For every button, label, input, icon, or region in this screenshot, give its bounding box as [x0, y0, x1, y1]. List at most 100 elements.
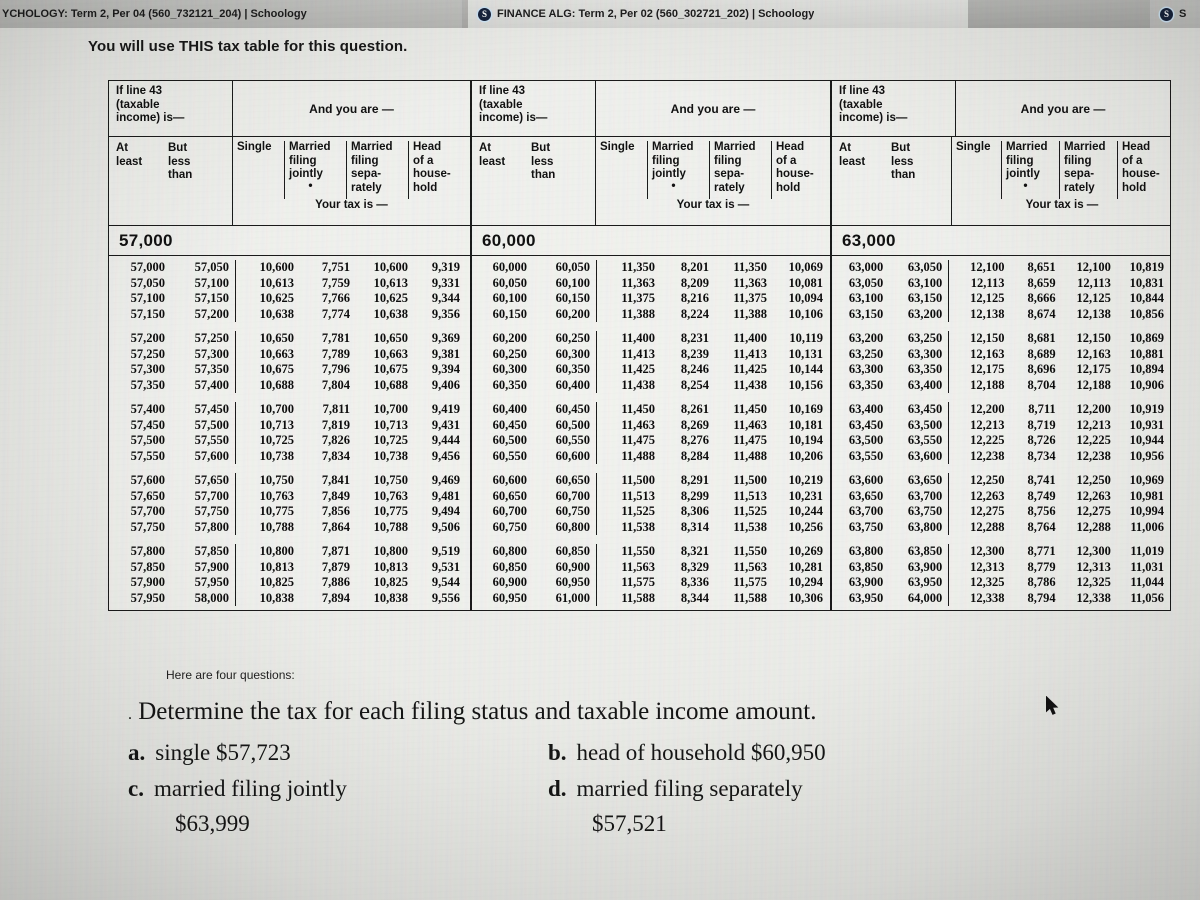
photographed-screen: YCHOLOGY: Term 2, Per 04 (560_732121_204… — [0, 0, 1200, 900]
table-cell: 60,350 — [555, 362, 590, 376]
browser-tab-title: FINANCE ALG: Term 2, Per 02 (560_302721_… — [497, 8, 815, 20]
table-cell: 10,844 — [1129, 291, 1165, 305]
table-row: 60,400 60,450 11,450 8,261 11,450 10,169 — [472, 402, 830, 418]
table-cell: 10,638 — [373, 306, 408, 321]
table-cell: 12,100 — [1076, 260, 1111, 274]
table-cell: 10,094 — [788, 291, 823, 305]
table-cell: 63,800 — [907, 519, 943, 534]
table-row: 63,600 63,650 12,250 8,741 12,250 10,969 — [832, 473, 1170, 489]
table-cell: 11,525 — [733, 504, 767, 518]
table-cell: 9,481 — [431, 488, 460, 503]
column-separator — [948, 275, 950, 291]
table-cell: 57,150 — [194, 291, 229, 305]
table-cell: 11,463 — [621, 417, 655, 432]
table-row: 63,250 63,300 12,163 8,689 12,163 10,881 — [832, 346, 1170, 362]
table-cell: 60,750 — [492, 519, 527, 534]
column-separator — [948, 306, 950, 322]
table-cell: 12,125 — [970, 291, 1005, 305]
table-cell: 57,600 — [194, 448, 229, 463]
table-cell: 11,019 — [1130, 544, 1165, 558]
table-cell: 60,300 — [492, 362, 527, 376]
table-row: 63,950 64,000 12,338 8,794 12,338 11,056 — [832, 590, 1170, 606]
table-row: 57,950 58,000 10,838 7,894 10,838 9,556 — [109, 590, 470, 606]
table-cell: 7,834 — [321, 448, 350, 463]
header-but-less-than: But less than — [531, 142, 556, 181]
table-cell: 60,500 — [492, 433, 527, 447]
column-separator — [596, 291, 597, 307]
table-cell: 63,550 — [848, 448, 884, 463]
table-cell: 60,900 — [555, 559, 590, 574]
table-cell: 12,225 — [970, 433, 1005, 447]
table-cell: 12,225 — [1076, 433, 1111, 447]
header-status-married-filing-separately: Married filing sepa-rately — [347, 141, 409, 199]
table-cell: 60,800 — [492, 544, 527, 558]
table-row: 57,300 57,350 10,675 7,796 10,675 9,394 — [109, 362, 470, 378]
table-cell: 7,751 — [321, 260, 350, 274]
table-row-group: 57,600 57,650 10,750 7,841 10,750 9,469 57,650… — [109, 472, 470, 536]
table-row: 63,400 63,450 12,200 8,711 12,200 10,919 — [832, 402, 1170, 418]
table-cell: 11,350 — [621, 260, 655, 274]
column-separator — [235, 306, 236, 322]
column-separator — [235, 260, 236, 276]
column-separator — [948, 488, 950, 504]
header-dot-marker: • — [308, 177, 313, 192]
tax-table-body: 57,000 57,050 10,600 7,751 10,600 9,319 57,050… — [108, 255, 471, 611]
table-cell: 8,771 — [1027, 544, 1056, 558]
table-cell: 7,796 — [321, 362, 350, 376]
table-row-group: 57,800 57,850 10,800 7,871 10,800 9,519 57,850… — [109, 543, 470, 607]
table-cell: 57,900 — [130, 575, 165, 589]
table-cell: 8,209 — [680, 275, 709, 290]
table-cell: 63,450 — [848, 417, 884, 432]
table-cell: 8,344 — [680, 590, 709, 605]
table-cell: 12,188 — [970, 377, 1005, 392]
column-separator — [235, 519, 236, 535]
question-text-d: married filing separately — [576, 776, 803, 801]
table-cell: 11,363 — [733, 275, 767, 290]
table-cell: 10,956 — [1129, 448, 1165, 463]
table-cell: 12,125 — [1076, 291, 1111, 305]
browser-tab-third[interactable]: S S — [1150, 0, 1200, 28]
table-cell: 57,550 — [130, 448, 165, 463]
table-cell: 8,734 — [1027, 448, 1056, 463]
question-amount-c: $63,999 — [175, 811, 250, 836]
table-cell: 60,000 — [492, 260, 527, 274]
table-cell: 12,213 — [1076, 417, 1111, 432]
table-cell: 7,811 — [322, 402, 350, 416]
table-row: 57,350 57,400 10,688 7,804 10,688 9,406 — [109, 377, 470, 393]
table-cell: 12,100 — [970, 260, 1005, 274]
table-cell: 60,200 — [492, 331, 527, 345]
table-row: 60,700 60,750 11,525 8,306 11,525 10,244 — [472, 504, 830, 520]
table-row: 57,900 57,950 10,825 7,886 10,825 9,544 — [109, 575, 470, 591]
browser-tab-finance-alg[interactable]: S FINANCE ALG: Term 2, Per 02 (560_30272… — [468, 0, 968, 28]
table-cell: 11,388 — [733, 306, 767, 321]
header-status-head-of-household: Head of a house-hold — [413, 141, 451, 194]
table-cell: 8,749 — [1027, 488, 1056, 503]
table-row: 63,300 63,350 12,175 8,696 12,175 10,894 — [832, 362, 1170, 378]
browser-tab-psychology[interactable]: YCHOLOGY: Term 2, Per 04 (560_732121_204… — [0, 0, 462, 28]
table-cell: 11,538 — [733, 519, 767, 534]
table-cell: 57,000 — [130, 260, 165, 274]
column-separator — [948, 448, 950, 464]
table-cell: 12,188 — [1076, 377, 1111, 392]
table-row: 57,250 57,300 10,663 7,789 10,663 9,381 — [109, 346, 470, 362]
table-cell: 57,350 — [194, 362, 229, 376]
tax-table-group-heading: 60,000 — [471, 225, 831, 255]
table-cell: 11,475 — [621, 433, 655, 447]
table-cell: 11,500 — [733, 473, 767, 487]
table-cell: 63,350 — [848, 377, 884, 392]
table-row: 63,350 63,400 12,188 8,704 12,188 10,906 — [832, 377, 1170, 393]
header-dot-marker: • — [671, 177, 676, 192]
table-cell: 57,650 — [194, 473, 229, 487]
header-status-head-of-household: Head of a house-hold — [776, 141, 814, 194]
table-cell: 8,651 — [1027, 260, 1056, 274]
column-separator — [596, 473, 597, 489]
table-cell: 12,200 — [1076, 402, 1111, 416]
table-cell: 10,825 — [373, 575, 408, 589]
question-label-d: d. — [548, 776, 567, 801]
table-cell: 10,788 — [373, 519, 408, 534]
table-cell: 9,531 — [431, 559, 460, 574]
table-cell: 10,725 — [373, 433, 408, 447]
table-cell: 64,000 — [907, 590, 943, 605]
table-cell: 60,050 — [492, 275, 527, 290]
header-your-tax-is: Your tax is — — [315, 199, 388, 211]
